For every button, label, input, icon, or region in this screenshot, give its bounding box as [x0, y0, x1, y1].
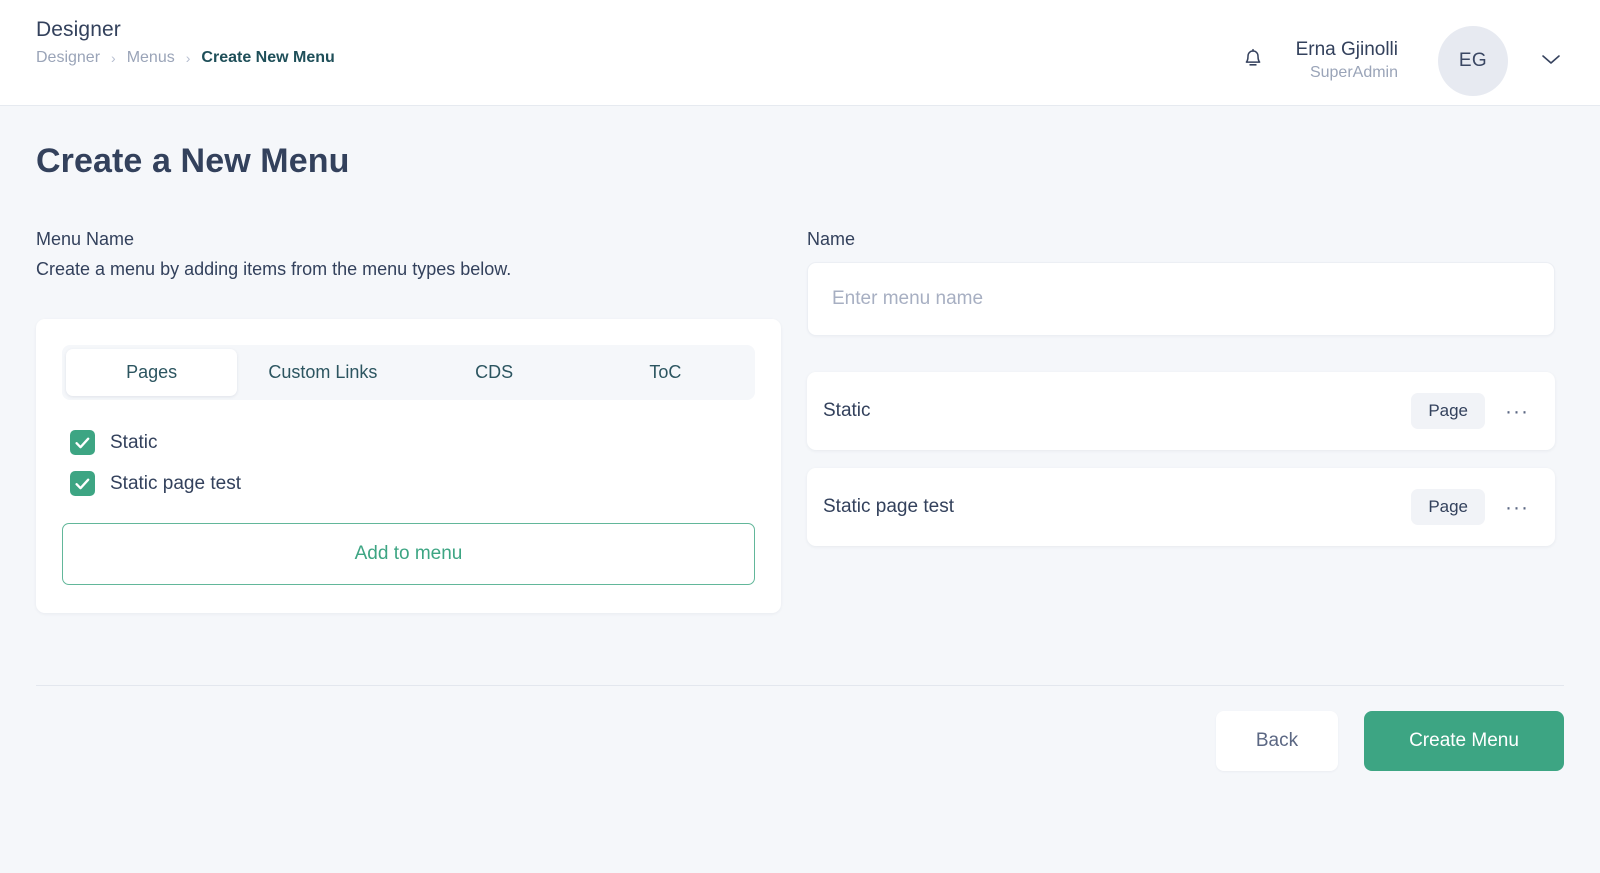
- footer-divider: [36, 685, 1564, 686]
- menu-item-name: Static page test: [823, 496, 954, 517]
- menu-name-label: Menu Name: [36, 229, 135, 249]
- status-badge: Page: [1411, 393, 1486, 429]
- breadcrumb-item-designer[interactable]: Designer: [36, 49, 100, 67]
- menu-item-name: Static: [823, 400, 871, 421]
- app-header: Designer Designer › Menus › Create New M…: [0, 0, 1600, 106]
- menu-item-row[interactable]: Static page test Page ···: [807, 468, 1555, 546]
- checkbox-label: Static page test: [110, 472, 241, 494]
- user-info: Erna Gjinolli SuperAdmin: [1296, 39, 1398, 82]
- tab-custom-links[interactable]: Custom Links: [237, 349, 408, 396]
- menu-type-tabs: Pages Custom Links CDS ToC: [62, 345, 755, 400]
- checkbox-label: Static: [110, 431, 158, 453]
- header-right: Erna Gjinolli SuperAdmin EG: [1236, 18, 1566, 96]
- menu-items-list: Static Page ··· Static page test Page ··…: [807, 372, 1555, 546]
- chevron-right-icon: ›: [185, 50, 191, 66]
- more-options-icon[interactable]: ···: [1501, 399, 1533, 424]
- breadcrumb: Designer › Menus › Create New Menu: [36, 49, 335, 67]
- page-title: Create a New Menu: [36, 142, 350, 180]
- menu-name-description: Create a menu by adding items from the m…: [36, 259, 512, 279]
- footer-actions: Back Create Menu: [1216, 711, 1564, 771]
- chevron-down-icon: [1541, 53, 1561, 69]
- name-field-label: Name: [807, 229, 856, 249]
- checkbox-static[interactable]: [70, 430, 95, 455]
- brand-block: Designer Designer › Menus › Create New M…: [36, 18, 335, 67]
- status-badge: Page: [1411, 489, 1486, 525]
- user-menu-button[interactable]: [1536, 46, 1566, 76]
- left-column: Menu Name Create a menu by adding items …: [36, 229, 781, 613]
- menu-type-picker-card: Pages Custom Links CDS ToC Static Static…: [36, 319, 781, 613]
- page-body: Create a New Menu Menu Name Create a men…: [0, 106, 1600, 873]
- chevron-right-icon: ›: [111, 50, 116, 66]
- right-column: Name Static Page ··· Static page test Pa…: [807, 229, 1555, 546]
- back-button[interactable]: Back: [1216, 711, 1338, 771]
- add-to-menu-button[interactable]: Add to menu: [62, 523, 755, 585]
- app-title: Designer: [36, 18, 121, 41]
- notifications-button[interactable]: [1236, 44, 1270, 78]
- menu-name-input[interactable]: [807, 262, 1555, 336]
- list-item[interactable]: Static page test: [62, 463, 755, 504]
- breadcrumb-item-menus[interactable]: Menus: [127, 49, 175, 67]
- breadcrumb-item-create-new-menu: Create New Menu: [201, 49, 335, 66]
- menu-item-actions: Page ···: [1411, 489, 1533, 525]
- user-role: SuperAdmin: [1309, 64, 1398, 82]
- user-name: Erna Gjinolli: [1295, 39, 1398, 61]
- tab-toc[interactable]: ToC: [580, 349, 751, 396]
- bell-icon: [1242, 48, 1264, 75]
- tab-pages[interactable]: Pages: [66, 349, 238, 396]
- list-item[interactable]: Static: [62, 422, 755, 463]
- menu-item-actions: Page ···: [1411, 393, 1533, 429]
- content-columns: Menu Name Create a menu by adding items …: [36, 229, 1564, 613]
- checkbox-static-page-test[interactable]: [70, 471, 95, 496]
- tab-cds[interactable]: CDS: [409, 349, 580, 396]
- more-options-icon[interactable]: ···: [1501, 495, 1533, 520]
- avatar[interactable]: EG: [1438, 26, 1508, 96]
- create-menu-button[interactable]: Create Menu: [1364, 711, 1564, 771]
- menu-item-row[interactable]: Static Page ···: [807, 372, 1555, 450]
